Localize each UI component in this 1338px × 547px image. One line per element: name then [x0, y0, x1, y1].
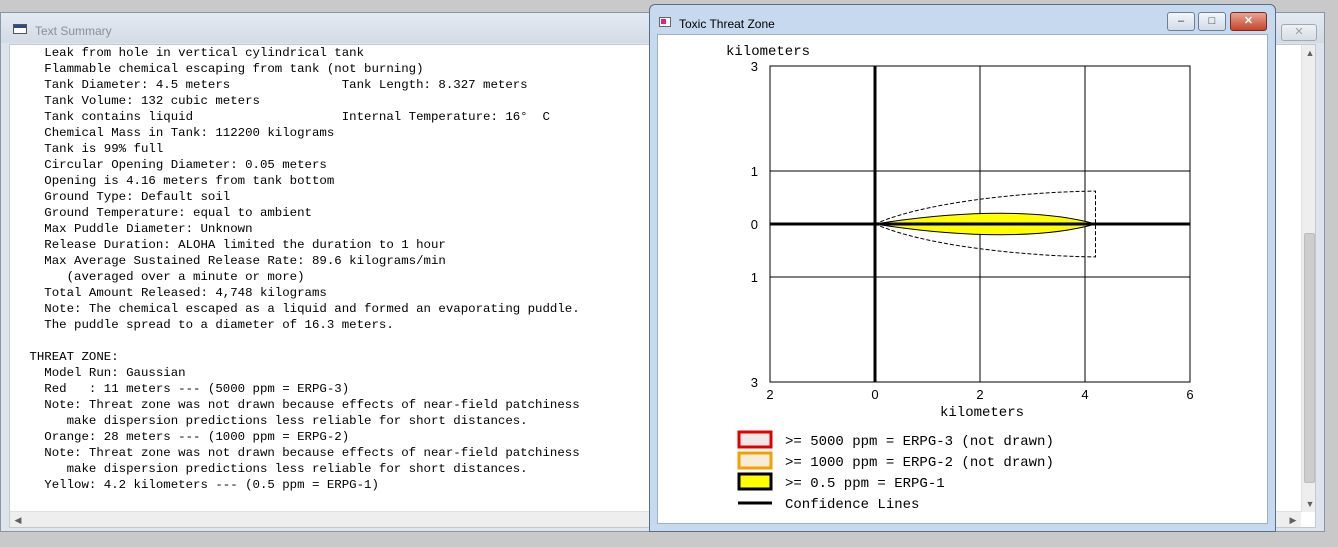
maximize-button[interactable]: □ — [1198, 12, 1226, 31]
y-tick-labels: 3 1 0 1 3 — [751, 59, 758, 390]
vertical-scrollbar[interactable]: ▲ ▼ — [1301, 45, 1315, 512]
text-summary-close-icon[interactable]: ✕ — [1281, 24, 1317, 41]
x-axis-label: kilometers — [940, 405, 1024, 421]
y-axis-label: kilometers — [726, 44, 810, 60]
x-tick-label: 4 — [1081, 387, 1088, 402]
threat-zone-plot-area: kilometers 2 0 2 4 6 3 1 0 1 3 kilometers >= 500… — [657, 34, 1268, 524]
close-button[interactable]: ✕ — [1230, 12, 1267, 31]
y-tick-label: 0 — [751, 217, 758, 232]
toxic-threat-zone-window[interactable]: Toxic Threat Zone – □ ✕ kilometers 2 0 2 4 6… — [649, 4, 1276, 532]
threat-zone-title: Toxic Threat Zone — [679, 17, 775, 31]
scroll-down-icon[interactable]: ▼ — [1302, 496, 1315, 512]
legend-label: Confidence Lines — [785, 497, 919, 513]
text-summary-title: Text Summary — [35, 24, 112, 38]
scroll-left-icon[interactable]: ◀ — [10, 512, 26, 527]
legend-label: >= 1000 ppm = ERPG-2 (not drawn) — [785, 455, 1054, 471]
scroll-right-icon[interactable]: ▶ — [1285, 512, 1301, 527]
legend-swatch-orange-dotted — [737, 451, 773, 470]
threat-zone-chart: kilometers 2 0 2 4 6 3 1 0 1 3 kilometers >= 500… — [726, 44, 1194, 513]
legend-swatch-yellow — [737, 472, 773, 491]
y-tick-label: 1 — [751, 164, 758, 179]
y-tick-label: 3 — [751, 59, 758, 74]
legend-label: >= 5000 ppm = ERPG-3 (not drawn) — [785, 434, 1054, 450]
minimize-button[interactable]: – — [1167, 12, 1195, 31]
x-tick-label: 2 — [766, 387, 773, 402]
legend-swatch-red-dotted — [737, 430, 773, 449]
legend: >= 5000 ppm = ERPG-3 (not drawn) >= 1000 … — [737, 430, 1054, 513]
window-app-icon — [659, 17, 671, 27]
vertical-scroll-thumb[interactable] — [1304, 233, 1315, 483]
summary-text-body: Leak from hole in vertical cylindrical t… — [29, 46, 580, 492]
x-tick-labels: 2 0 2 4 6 — [766, 387, 1193, 402]
x-tick-label: 0 — [871, 387, 878, 402]
y-tick-label: 1 — [751, 270, 758, 285]
x-tick-label: 2 — [976, 387, 983, 402]
y-tick-label: 3 — [751, 375, 758, 390]
scroll-up-icon[interactable]: ▲ — [1302, 45, 1315, 61]
legend-label: >= 0.5 ppm = ERPG-1 — [785, 476, 945, 492]
window-app-icon — [13, 24, 27, 34]
x-tick-label: 6 — [1186, 387, 1193, 402]
threat-zone-titlebar[interactable]: Toxic Threat Zone – □ ✕ — [650, 5, 1275, 35]
